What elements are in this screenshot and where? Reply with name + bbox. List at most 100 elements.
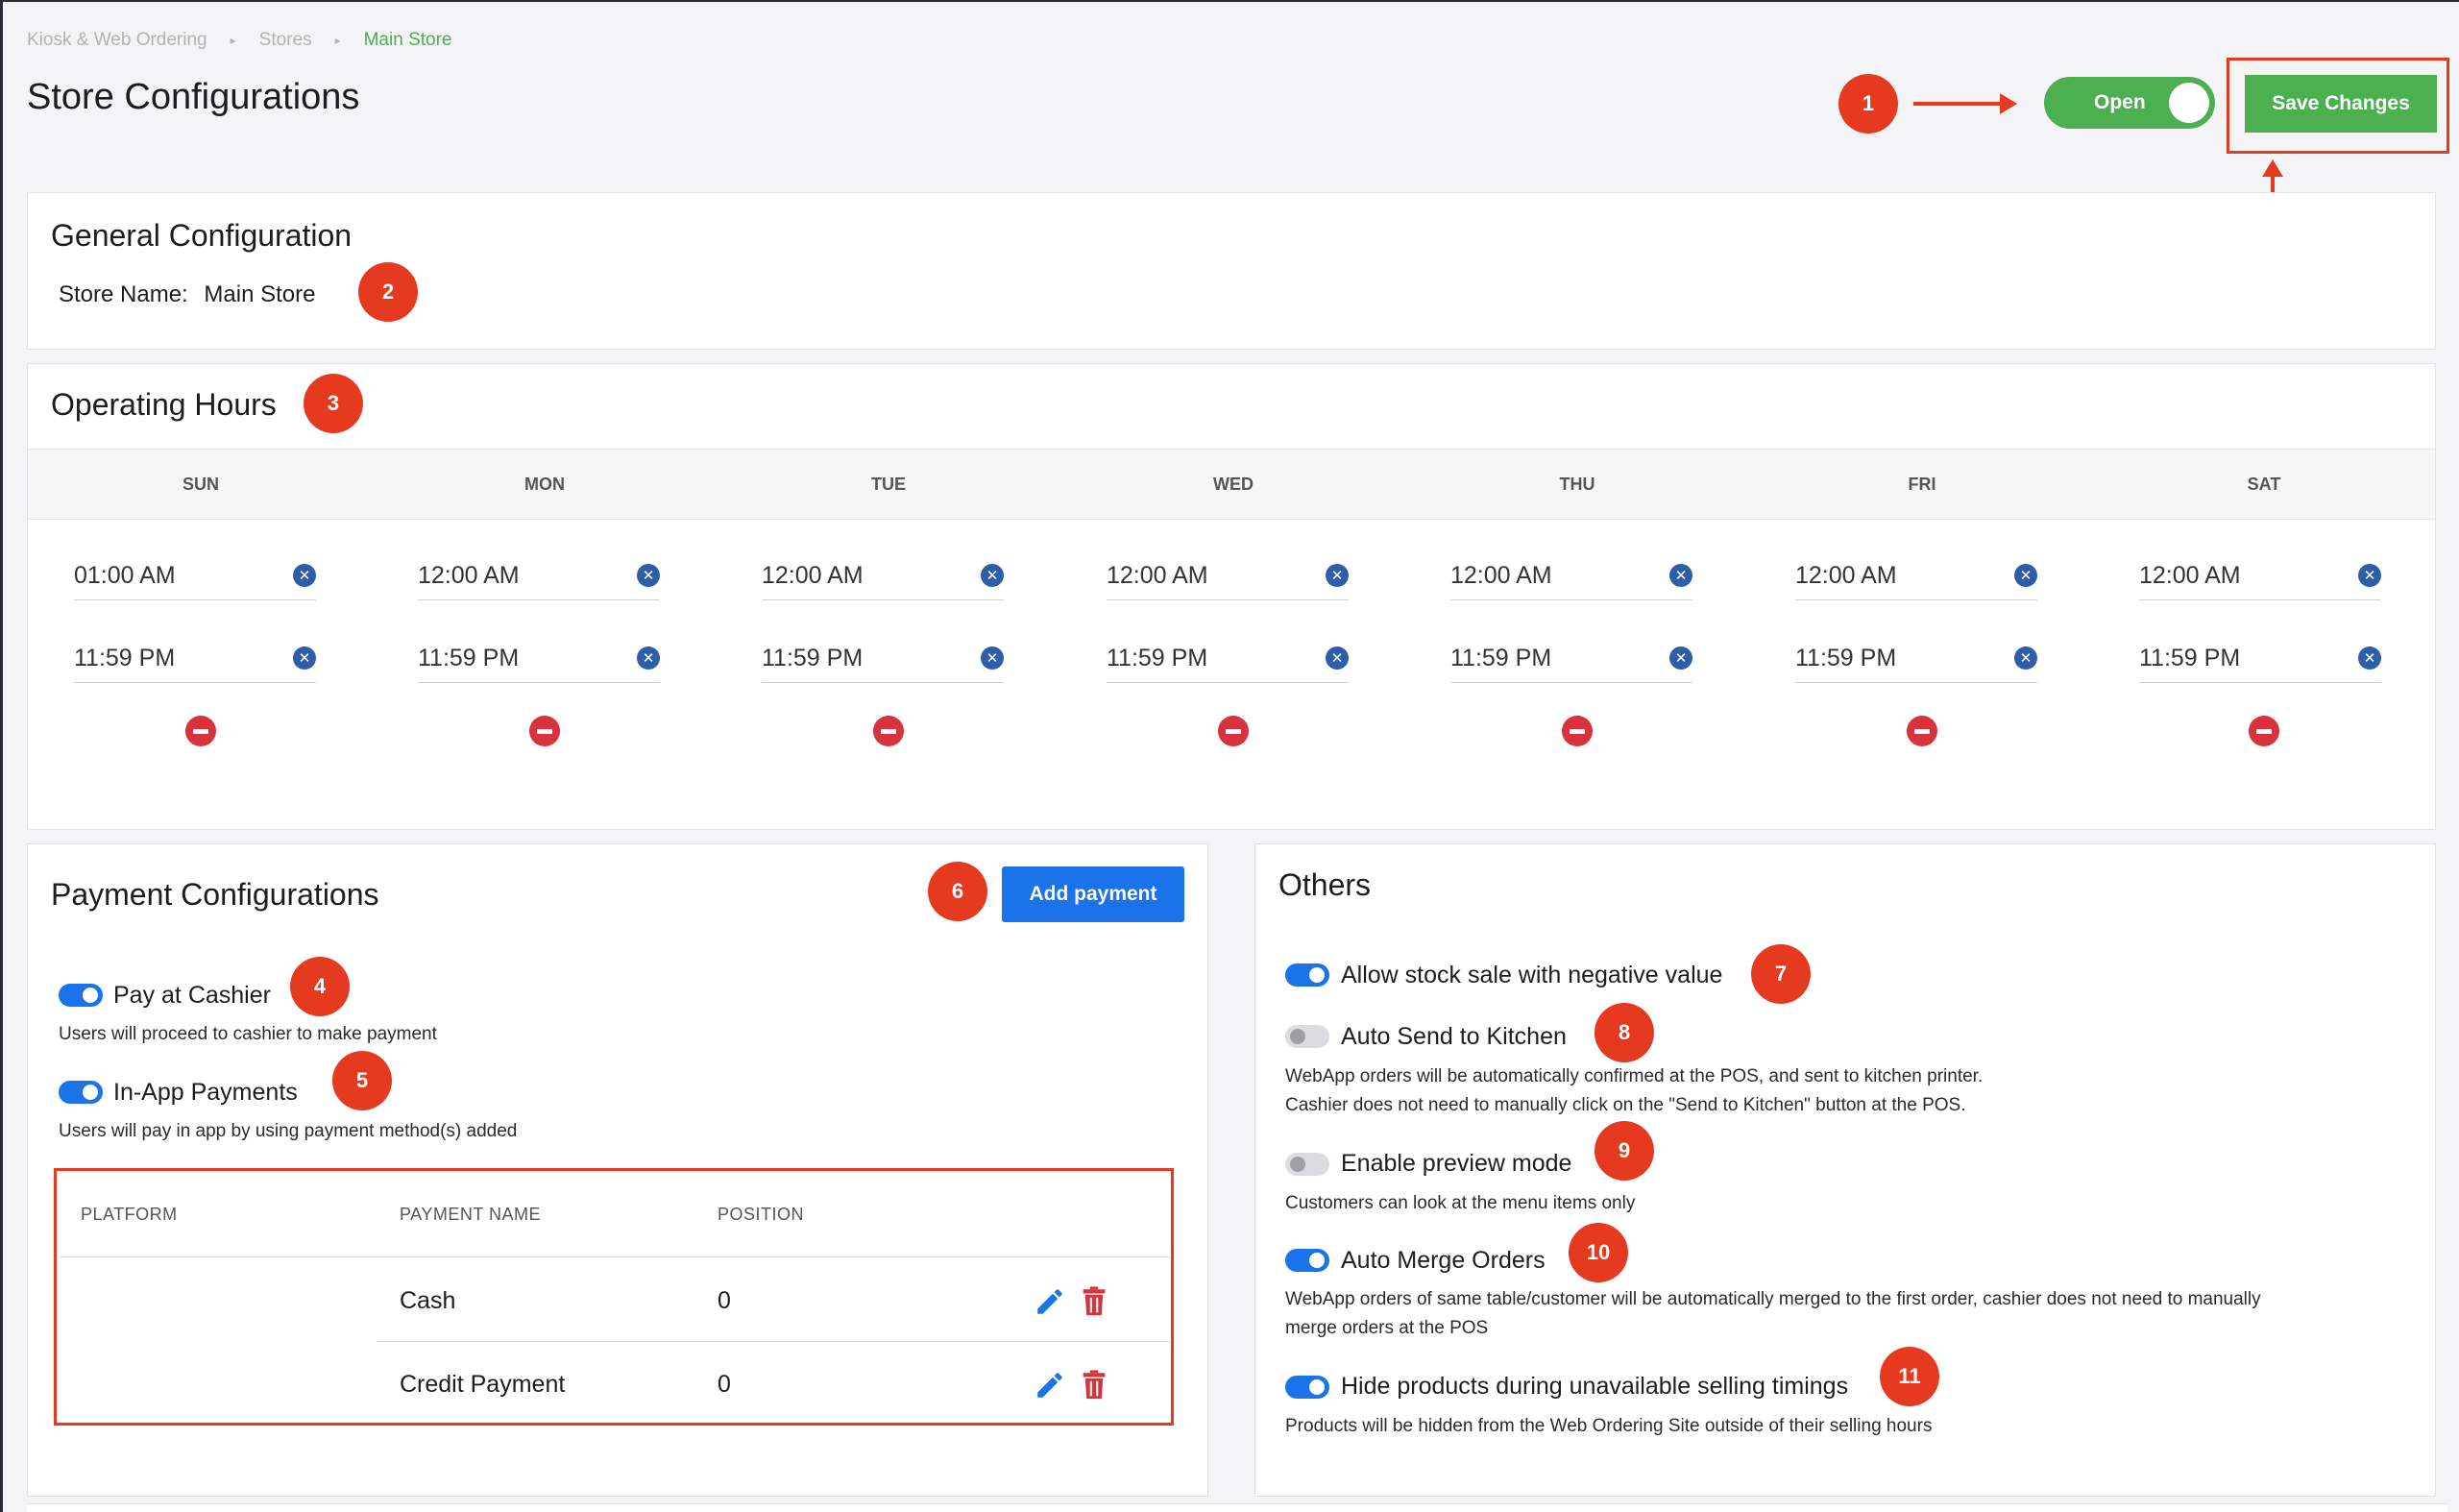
open-time-mon[interactable]: 12:00 AM ✕ <box>418 550 660 600</box>
minus-circle-icon[interactable] <box>1218 716 1249 746</box>
minus-circle-icon[interactable] <box>2249 716 2279 746</box>
minus-circle-icon[interactable] <box>1562 716 1593 746</box>
x-circle-icon[interactable]: ✕ <box>1669 646 1692 670</box>
x-circle-icon[interactable]: ✕ <box>1326 646 1349 670</box>
auto-send-kitchen-desc-1: WebApp orders will be automatically conf… <box>1285 1066 1984 1086</box>
in-app-payments-label: In-App Payments <box>113 1079 298 1106</box>
day-label-sat: SAT <box>2247 475 2281 494</box>
minus-circle-icon[interactable] <box>185 716 216 746</box>
open-time-sun[interactable]: 01:00 AM ✕ <box>74 550 316 600</box>
hide-products-toggle[interactable] <box>1285 1376 1329 1399</box>
preview-mode-toggle[interactable] <box>1285 1153 1329 1176</box>
toggle-knob <box>1309 967 1325 983</box>
time-value: 01:00 AM <box>74 562 176 589</box>
callout-3: 3 <box>304 374 363 433</box>
close-time-wed[interactable]: 11:59 PM ✕ <box>1107 633 1349 683</box>
open-time-thu[interactable]: 12:00 AM ✕ <box>1450 550 1692 600</box>
open-time-sat[interactable]: 12:00 AM ✕ <box>2139 550 2381 600</box>
preview-mode-label: Enable preview mode <box>1341 1150 1572 1177</box>
x-circle-icon[interactable]: ✕ <box>1326 564 1349 587</box>
x-circle-icon[interactable]: ✕ <box>1669 564 1692 587</box>
table-divider <box>377 1341 1170 1342</box>
auto-merge-orders-toggle[interactable] <box>1285 1249 1329 1272</box>
pay-at-cashier-toggle[interactable] <box>59 984 103 1007</box>
close-time-sat[interactable]: 11:59 PM ✕ <box>2139 633 2381 683</box>
x-circle-icon[interactable]: ✕ <box>293 564 316 587</box>
toggle-knob <box>83 988 98 1003</box>
time-value: 12:00 AM <box>1450 562 1552 589</box>
day-label-tue: TUE <box>871 475 906 494</box>
pencil-icon[interactable] <box>1034 1369 1066 1402</box>
callout-4: 4 <box>290 957 350 1016</box>
x-circle-icon[interactable]: ✕ <box>637 564 660 587</box>
operating-hours-title: Operating Hours <box>51 387 277 422</box>
auto-send-kitchen-desc-2: Cashier does not need to manually click … <box>1285 1095 1966 1115</box>
preview-mode-desc: Customers can look at the menu items onl… <box>1285 1193 1636 1213</box>
window-top-border <box>0 0 2459 2</box>
arrow-right-annotation <box>1913 93 2017 114</box>
time-value: 11:59 PM <box>1450 645 1552 671</box>
store-open-label: Open <box>2094 91 2146 113</box>
allow-negative-stock-label: Allow stock sale with negative value <box>1341 962 1723 988</box>
open-time-wed[interactable]: 12:00 AM ✕ <box>1107 550 1349 600</box>
time-value: 11:59 PM <box>1795 645 1897 671</box>
callout-8: 8 <box>1595 1003 1654 1062</box>
auto-send-kitchen-toggle[interactable] <box>1285 1025 1329 1048</box>
x-circle-icon[interactable]: ✕ <box>981 564 1004 587</box>
callout-9: 9 <box>1595 1121 1654 1181</box>
chevron-right-icon: ▸ <box>230 34 236 47</box>
x-circle-icon[interactable]: ✕ <box>637 646 660 670</box>
close-time-sun[interactable]: 11:59 PM ✕ <box>74 633 316 683</box>
time-value: 11:59 PM <box>1107 645 1208 671</box>
store-name-label: Store Name: <box>59 281 188 307</box>
payment-table-highlight <box>54 1168 1174 1426</box>
hide-products-desc: Products will be hidden from the Web Ord… <box>1285 1416 1933 1436</box>
trash-icon[interactable] <box>1078 1369 1110 1402</box>
in-app-payments-toggle[interactable] <box>59 1081 103 1104</box>
auto-merge-orders-desc-1: WebApp orders of same table/customer wil… <box>1285 1289 2261 1309</box>
toggle-knob <box>1290 1029 1305 1044</box>
time-value: 11:59 PM <box>418 645 520 671</box>
store-open-toggle[interactable]: Open <box>2044 77 2215 129</box>
auto-merge-orders-label: Auto Merge Orders <box>1341 1247 1546 1274</box>
day-label-wed: WED <box>1213 475 1254 494</box>
close-time-mon[interactable]: 11:59 PM ✕ <box>418 633 660 683</box>
breadcrumb: Kiosk & Web Ordering ▸ Stores ▸ Main Sto… <box>27 30 451 51</box>
save-changes-button[interactable]: Save Changes <box>2245 75 2437 133</box>
callout-5: 5 <box>332 1051 392 1110</box>
next-card-edge <box>27 1503 2447 1512</box>
callout-10: 10 <box>1569 1223 1628 1282</box>
payment-name-cell: Credit Payment <box>400 1371 566 1398</box>
open-time-tue[interactable]: 12:00 AM ✕ <box>762 550 1004 600</box>
x-circle-icon[interactable]: ✕ <box>293 646 316 670</box>
time-value: 11:59 PM <box>74 645 176 671</box>
x-circle-icon[interactable]: ✕ <box>2014 564 2037 587</box>
trash-icon[interactable] <box>1078 1285 1110 1318</box>
in-app-payments-desc: Users will pay in app by using payment m… <box>59 1121 518 1141</box>
allow-negative-stock-toggle[interactable] <box>1285 963 1329 987</box>
close-time-thu[interactable]: 11:59 PM ✕ <box>1450 633 1692 683</box>
others-title: Others <box>1278 867 1372 902</box>
minus-circle-icon[interactable] <box>1907 716 1937 746</box>
breadcrumb-stores[interactable]: Stores <box>259 30 312 51</box>
time-value: 12:00 AM <box>2139 562 2241 589</box>
x-circle-icon[interactable]: ✕ <box>2358 646 2381 670</box>
pencil-icon[interactable] <box>1034 1285 1066 1318</box>
breadcrumb-current: Main Store <box>363 30 452 50</box>
x-circle-icon[interactable]: ✕ <box>2358 564 2381 587</box>
column-header-position: POSITION <box>718 1205 805 1224</box>
x-circle-icon[interactable]: ✕ <box>2014 646 2037 670</box>
toggle-knob <box>1290 1157 1305 1172</box>
close-time-fri[interactable]: 11:59 PM ✕ <box>1795 633 2037 683</box>
toggle-knob <box>1309 1253 1325 1268</box>
pay-at-cashier-label: Pay at Cashier <box>113 982 271 1009</box>
minus-circle-icon[interactable] <box>873 716 904 746</box>
toggle-knob <box>83 1085 98 1100</box>
add-payment-button[interactable]: Add payment <box>1002 866 1184 922</box>
breadcrumb-root[interactable]: Kiosk & Web Ordering <box>27 30 207 51</box>
x-circle-icon[interactable]: ✕ <box>981 646 1004 670</box>
open-time-fri[interactable]: 12:00 AM ✕ <box>1795 550 2037 600</box>
callout-1: 1 <box>1838 74 1898 134</box>
minus-circle-icon[interactable] <box>529 716 560 746</box>
close-time-tue[interactable]: 11:59 PM ✕ <box>762 633 1004 683</box>
